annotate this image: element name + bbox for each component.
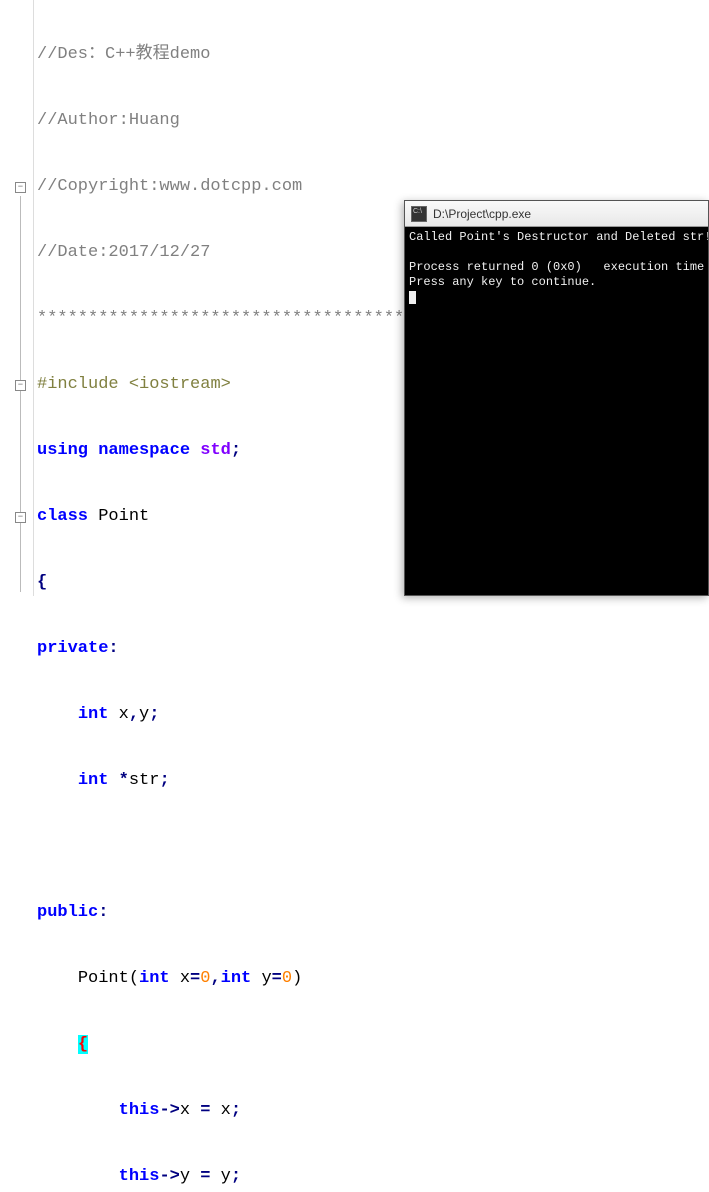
number: 0 <box>200 969 210 988</box>
fold-toggle[interactable]: − <box>15 380 26 391</box>
identifier: x <box>170 969 190 988</box>
op: * <box>119 771 129 790</box>
identifier: std <box>200 441 231 460</box>
code-comment: **************************************/ <box>37 309 435 328</box>
keyword: using <box>37 441 88 460</box>
identifier: y <box>251 969 271 988</box>
fold-toggle[interactable]: − <box>15 512 26 523</box>
op: ; <box>149 705 159 724</box>
identifier: str <box>129 771 160 790</box>
op: = <box>200 1167 210 1186</box>
code-content[interactable]: //Des：C++教程demo //Author:Huang //Copyrig… <box>37 0 435 1192</box>
keyword: this <box>119 1101 160 1120</box>
code-comment: //Author:Huang <box>37 111 180 130</box>
op: : <box>108 639 118 658</box>
console-titlebar[interactable]: D:\Project\cpp.exe <box>405 201 708 227</box>
console-icon <box>411 206 427 222</box>
matched-brace: { <box>78 1035 88 1054</box>
type: int <box>221 969 252 988</box>
console-title: D:\Project\cpp.exe <box>433 207 531 221</box>
ctor-name: Point <box>78 969 129 988</box>
keyword: class <box>37 507 88 526</box>
type: int <box>78 705 109 724</box>
identifier: x <box>180 1101 200 1120</box>
op: = <box>200 1101 210 1120</box>
paren: ( <box>129 969 139 988</box>
output-line: Called Point's Destructor and Deleted st… <box>409 230 708 244</box>
fold-toggle[interactable]: − <box>15 182 26 193</box>
identifier: x <box>108 705 128 724</box>
identifier: y <box>180 1167 200 1186</box>
code-comment: //Des：C++教程demo <box>37 45 210 64</box>
paren: ) <box>292 969 302 988</box>
editor-gutter: − − − <box>0 0 34 596</box>
identifier: x <box>210 1101 230 1120</box>
code-comment: //Date:2017/12/27 <box>37 243 210 262</box>
console-cursor <box>409 291 416 304</box>
op: ; <box>231 441 241 460</box>
op: ; <box>159 771 169 790</box>
console-output[interactable]: Called Point's Destructor and Deleted st… <box>405 227 708 595</box>
op: , <box>129 705 139 724</box>
fold-guide <box>20 196 21 592</box>
include-target: <iostream> <box>129 375 231 394</box>
op: = <box>272 969 282 988</box>
op: ; <box>231 1101 241 1120</box>
output-line: Press any key to continue. <box>409 275 596 289</box>
preproc: #include <box>37 375 129 394</box>
keyword: this <box>119 1167 160 1186</box>
op: ; <box>231 1167 241 1186</box>
identifier: y <box>139 705 149 724</box>
code-comment: //Copyright:www.dotcpp.com <box>37 177 302 196</box>
keyword: private <box>37 639 108 658</box>
keyword: public <box>37 903 98 922</box>
identifier: y <box>210 1167 230 1186</box>
op: -> <box>159 1101 179 1120</box>
op: , <box>210 969 220 988</box>
brace: { <box>37 573 47 592</box>
type: int <box>78 771 109 790</box>
keyword: namespace <box>98 441 190 460</box>
op: : <box>98 903 108 922</box>
console-window[interactable]: D:\Project\cpp.exe Called Point's Destru… <box>404 200 709 596</box>
class-name: Point <box>98 507 149 526</box>
type: int <box>139 969 170 988</box>
op: -> <box>159 1167 179 1186</box>
output-line: Process returned 0 (0x0) execution time … <box>409 260 708 274</box>
number: 0 <box>282 969 292 988</box>
op: = <box>190 969 200 988</box>
